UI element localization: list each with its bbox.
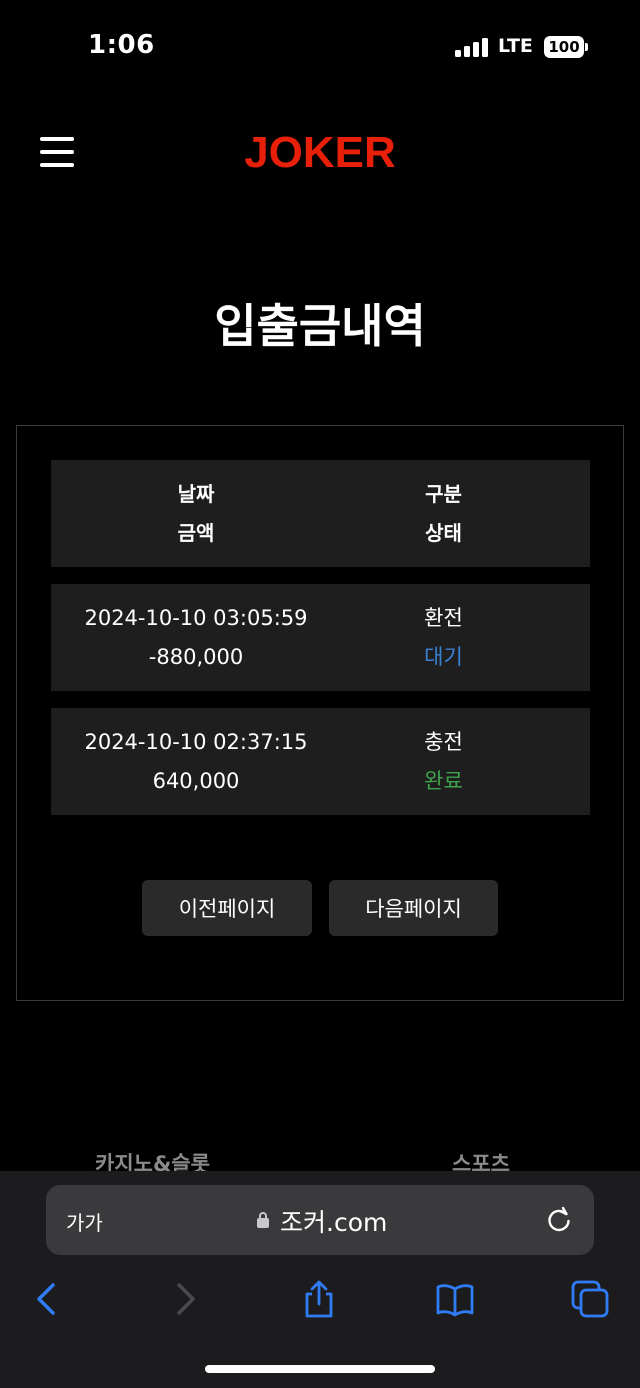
logo[interactable]: JOKER (220, 128, 420, 178)
prev-page-button[interactable]: 이전페이지 (142, 880, 312, 936)
back-icon[interactable] (27, 1279, 67, 1319)
battery-level: 100 (544, 36, 584, 58)
tabs-icon[interactable] (570, 1279, 610, 1319)
signal-icon (455, 37, 489, 57)
browser-toolbar: 가가 조커.com (0, 1171, 640, 1388)
table-row: 2024-10-10 02:37:15 640,000 충전 완료 (51, 708, 590, 815)
row-type: 환전 (424, 605, 463, 630)
header-date: 날짜 (177, 481, 215, 506)
header-type: 구분 (425, 481, 462, 506)
header-amount: 금액 (177, 520, 215, 545)
battery-icon: 100 (544, 36, 588, 58)
status-time: 1:06 (88, 30, 155, 60)
header-status: 상태 (425, 520, 462, 545)
status-badge: 완료 (424, 768, 463, 793)
reload-icon[interactable] (544, 1205, 574, 1235)
row-date: 2024-10-10 02:37:15 (84, 729, 308, 754)
status-bar: 1:06 LTE 100 (0, 0, 640, 95)
row-type: 충전 (424, 729, 463, 754)
transaction-panel: 날짜 금액 구분 상태 2024-10-10 03:05:59 -880,000… (16, 425, 624, 1001)
table-header: 날짜 금액 구분 상태 (51, 460, 590, 567)
row-amount: 640,000 (152, 768, 240, 793)
table-row: 2024-10-10 03:05:59 -880,000 환전 대기 (51, 584, 590, 691)
home-indicator (205, 1365, 435, 1373)
menu-icon[interactable] (40, 137, 74, 169)
page-title: 입출금내역 (214, 299, 426, 353)
lock-icon (257, 1212, 269, 1228)
share-icon[interactable] (299, 1279, 339, 1319)
forward-icon[interactable] (165, 1279, 205, 1319)
bookmarks-icon[interactable] (435, 1279, 475, 1319)
row-amount: -880,000 (148, 644, 244, 669)
status-badge: 대기 (424, 644, 463, 669)
url-text[interactable]: 조커.com (280, 1203, 387, 1239)
address-bar[interactable]: 가가 조커.com (46, 1185, 594, 1255)
network-label: LTE (498, 35, 533, 57)
row-date: 2024-10-10 03:05:59 (84, 605, 308, 630)
text-size-button[interactable]: 가가 (66, 1207, 103, 1236)
next-page-button[interactable]: 다음페이지 (329, 880, 498, 936)
